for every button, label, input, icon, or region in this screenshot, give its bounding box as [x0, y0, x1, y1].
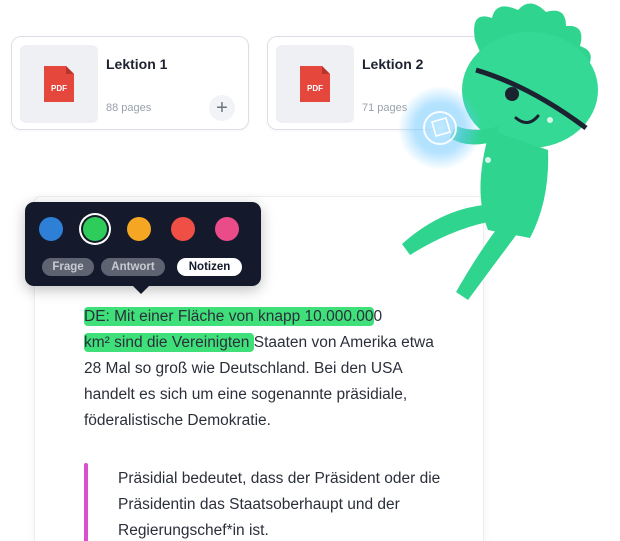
paragraph-text: 0	[373, 308, 383, 325]
plus-icon: +	[216, 97, 228, 119]
card-page-count: 88 pages	[106, 102, 152, 114]
pdf-thumbnail: PDF	[20, 45, 98, 123]
color-swatch-yellow[interactable]	[127, 217, 151, 241]
highlighted-text[interactable]: km² sind die Vereinigten	[84, 333, 254, 352]
tag-frage[interactable]: Frage	[42, 258, 94, 276]
color-swatch-red[interactable]	[171, 217, 195, 241]
quote-bar	[84, 463, 88, 541]
tag-notizen[interactable]: Notizen	[177, 258, 242, 276]
mascot-illustration	[398, 3, 598, 300]
color-swatch-blue[interactable]	[39, 217, 63, 241]
main-paragraph[interactable]: DE: Mit einer Fläche von knapp 10.000.00…	[84, 304, 444, 434]
highlighted-text[interactable]: DE: Mit einer Fläche von knapp 10.000.00	[84, 307, 374, 326]
add-button[interactable]: +	[209, 95, 235, 121]
app-canvas: PDF Lektion 1 88 pages + PDF Lektion 2 7…	[0, 0, 620, 541]
tag-antwort[interactable]: Antwort	[101, 258, 165, 276]
highlight-color-picker: Frage Antwort Notizen	[25, 202, 261, 294]
card-title: Lektion 1	[106, 56, 168, 72]
pdf-card-lektion-1[interactable]: PDF Lektion 1 88 pages +	[11, 36, 249, 130]
quote-text: Präsidial bedeutet, dass der Präsident o…	[118, 470, 441, 539]
pdf-file-icon: PDF	[300, 66, 330, 102]
pdf-thumbnail: PDF	[276, 45, 354, 123]
color-swatch-pink[interactable]	[215, 217, 239, 241]
pdf-badge-text: PDF	[51, 84, 67, 93]
pdf-badge-text: PDF	[307, 84, 323, 93]
color-swatch-green[interactable]	[83, 217, 107, 241]
pdf-file-icon: PDF	[44, 66, 74, 102]
